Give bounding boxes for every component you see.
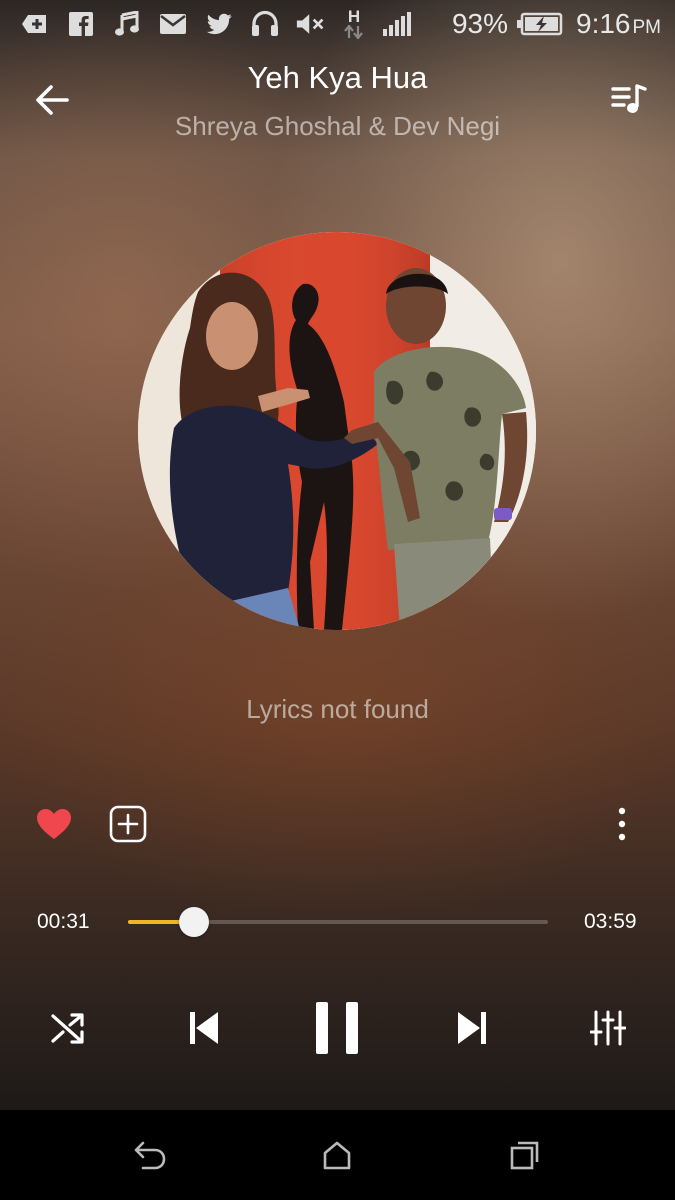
- battery-charging-icon: [516, 9, 564, 39]
- skip-previous-icon: [190, 1012, 218, 1044]
- nav-back-button[interactable]: [127, 1132, 173, 1178]
- current-time: 00:31: [37, 910, 90, 933]
- shuffle-icon: [51, 1013, 84, 1044]
- h-data-icon: H: [342, 7, 366, 39]
- play-pause-button[interactable]: [308, 994, 366, 1062]
- total-time: 03:59: [584, 910, 637, 933]
- volume-mute-icon: [296, 9, 326, 39]
- seek-bar-thumb[interactable]: [178, 907, 209, 937]
- shuffle-button[interactable]: [44, 994, 92, 1062]
- twitter-icon: [204, 9, 234, 39]
- queue-button[interactable]: [605, 76, 653, 124]
- song-artist: Shreya Ghoshal & Dev Negi: [174, 111, 501, 141]
- pause-icon: [316, 1002, 358, 1054]
- lyrics-message: Lyrics not found: [246, 694, 429, 724]
- album-art: [138, 232, 536, 630]
- nav-back-icon: [134, 1141, 166, 1170]
- nav-recents-icon: [510, 1141, 539, 1170]
- equalizer-button[interactable]: [584, 994, 632, 1062]
- action-row: [0, 798, 675, 848]
- next-button[interactable]: [448, 994, 496, 1062]
- previous-button[interactable]: [180, 994, 228, 1062]
- nav-home-icon: [323, 1141, 351, 1170]
- add-to-playlist-button[interactable]: [106, 802, 150, 846]
- facebook-icon: [66, 9, 96, 39]
- nav-home-button[interactable]: [314, 1132, 360, 1178]
- more-vertical-icon: [618, 807, 626, 841]
- playlist-icon: [611, 84, 647, 113]
- player-screen: H 93% 9:16 PM Yeh Kya Hua Shreya Ghoshal…: [0, 0, 675, 1110]
- headset-icon: [250, 9, 280, 39]
- skip-next-icon: [458, 1012, 486, 1044]
- favorite-button[interactable]: [32, 802, 76, 846]
- player-header: Yeh Kya Hua Shreya Ghoshal & Dev Negi: [0, 56, 675, 156]
- nav-recents-button[interactable]: [502, 1132, 548, 1178]
- music-note-icon: [112, 9, 142, 39]
- more-options-button[interactable]: [600, 802, 644, 846]
- playback-progress: 00:31 03:59: [0, 900, 675, 944]
- mail-icon: [158, 9, 188, 39]
- network-type-label: H: [347, 7, 361, 26]
- clock: 9:16 PM: [576, 8, 661, 40]
- status-bar: H 93% 9:16 PM: [0, 0, 675, 48]
- equalizer-icon: [590, 1010, 626, 1046]
- playback-controls: [0, 994, 675, 1062]
- album-art-image: [138, 232, 536, 630]
- battery-percent: 93%: [451, 8, 508, 39]
- signal-icon: [382, 9, 412, 39]
- clock-meridiem: PM: [632, 17, 662, 38]
- clock-time: 9:16: [576, 8, 631, 39]
- seek-bar[interactable]: [128, 907, 548, 937]
- status-right: 93% 9:16 PM: [452, 8, 661, 40]
- add-to-playlist-icon: [109, 805, 147, 843]
- system-nav-bar: [0, 1110, 675, 1200]
- song-title: Yeh Kya Hua: [247, 60, 428, 95]
- notification-icons: H: [20, 7, 424, 39]
- heart-icon: [37, 809, 71, 839]
- plus-circle-icon: [20, 9, 50, 39]
